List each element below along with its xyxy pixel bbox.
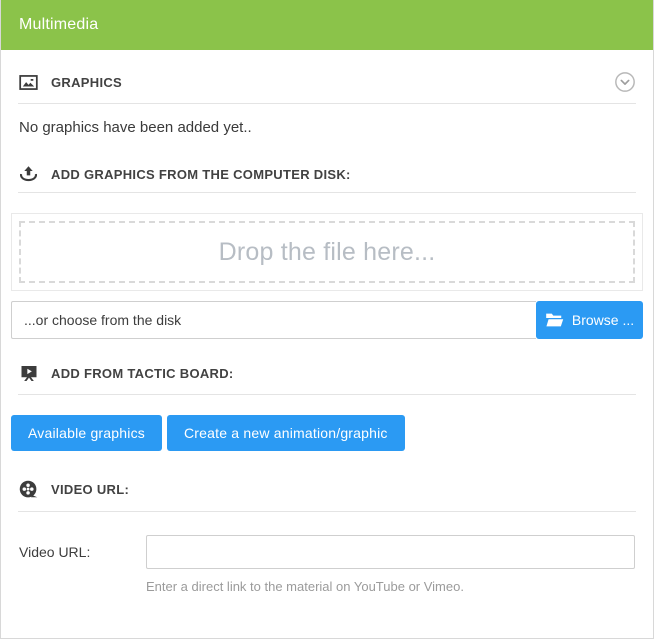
file-picker-row: Browse ... — [11, 301, 643, 339]
graphics-empty-message: No graphics have been added yet.. — [19, 118, 635, 138]
video-url-label: Video URL: — [19, 544, 146, 560]
browse-button-label: Browse ... — [572, 312, 634, 328]
multimedia-panel: Multimedia GRAPHICS No graphics have bee… — [0, 0, 654, 639]
file-dropzone[interactable]: Drop the file here... — [11, 213, 643, 291]
tactic-section-header: ADD FROM TACTIC BOARD: — [18, 361, 636, 385]
image-icon — [18, 72, 39, 93]
upload-icon — [18, 164, 39, 185]
video-url-helper-text: Enter a direct link to the material on Y… — [146, 579, 635, 594]
file-dropzone-inner: Drop the file here... — [19, 221, 635, 283]
presentation-board-icon — [18, 363, 39, 384]
create-animation-button[interactable]: Create a new animation/graphic — [167, 415, 405, 451]
tactic-section-title: ADD FROM TACTIC BOARD: — [51, 366, 234, 381]
video-section-title: VIDEO URL: — [51, 482, 129, 497]
video-url-input[interactable] — [146, 535, 635, 569]
video-url-row: Video URL: — [19, 535, 635, 569]
browse-button[interactable]: Browse ... — [536, 301, 643, 339]
divider — [18, 511, 636, 512]
video-section-header: VIDEO URL: — [18, 477, 636, 501]
upload-section-header: ADD GRAPHICS FROM THE COMPUTER DISK: — [18, 162, 636, 186]
film-reel-icon — [18, 479, 39, 500]
chevron-down-circle-icon[interactable] — [614, 71, 636, 93]
divider — [18, 103, 636, 104]
tactic-buttons-row: Available graphics Create a new animatio… — [11, 415, 643, 451]
dropzone-text: Drop the file here... — [219, 238, 436, 267]
divider — [18, 394, 636, 395]
divider — [18, 192, 636, 193]
panel-title: Multimedia — [19, 16, 98, 34]
folder-open-icon — [545, 312, 564, 328]
graphics-section-title: GRAPHICS — [51, 75, 122, 90]
available-graphics-button[interactable]: Available graphics — [11, 415, 162, 451]
graphics-section-header: GRAPHICS — [18, 70, 636, 94]
upload-section-title: ADD GRAPHICS FROM THE COMPUTER DISK: — [51, 167, 351, 182]
panel-header: Multimedia — [0, 0, 654, 50]
file-path-input[interactable] — [11, 301, 536, 339]
